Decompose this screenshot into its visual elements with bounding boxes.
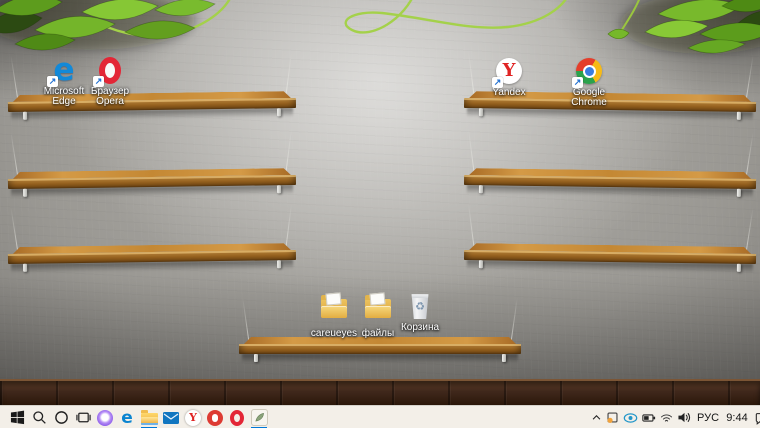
- file-explorer-icon: [140, 409, 158, 425]
- shelf-peg: [478, 185, 483, 194]
- shortcut-arrow-icon: ↗: [492, 77, 503, 88]
- mail-button[interactable]: [160, 406, 182, 428]
- cortana-circle-icon: [54, 411, 68, 424]
- eye-icon: [623, 412, 638, 423]
- tray-app-button[interactable]: [606, 406, 619, 428]
- shelf-peg: [23, 263, 28, 272]
- wallpaper-floor: [0, 379, 760, 407]
- action-center-button[interactable]: [754, 406, 760, 428]
- shelf-peg: [254, 354, 258, 362]
- shelf-middle-right: [463, 128, 757, 202]
- desktop-icon-yandex[interactable]: Y ↗ Yandex: [477, 57, 541, 98]
- shortcut-arrow-icon: ↗: [572, 77, 583, 88]
- shelf-bottom-center: [239, 297, 521, 367]
- shelf-peg: [502, 354, 506, 362]
- yandex-browser-button[interactable]: Y: [182, 406, 204, 428]
- volume-icon: [678, 412, 691, 423]
- battery-button[interactable]: [642, 406, 656, 428]
- action-center-icon: [755, 412, 760, 425]
- shortcut-arrow-icon: ↗: [93, 76, 104, 87]
- careueyes-tray-button[interactable]: [623, 406, 638, 428]
- shelf-peg: [277, 185, 282, 194]
- folder-icon: [321, 292, 347, 318]
- volume-button[interactable]: [677, 406, 692, 428]
- shelf-peg: [478, 260, 483, 269]
- alice-assistant-icon: [97, 409, 113, 426]
- system-tray: РУС 9:44: [591, 406, 760, 428]
- shelf-front: [239, 344, 521, 354]
- mail-icon: [163, 411, 179, 424]
- shelf-shadow: [242, 354, 518, 363]
- clock[interactable]: 9:44: [724, 406, 750, 428]
- wifi-icon: [660, 414, 673, 421]
- chevron-up-icon: [592, 415, 601, 420]
- taskbar-buttons: e Y: [6, 406, 270, 428]
- hidden-icons-chevron[interactable]: [591, 406, 602, 428]
- shelf-peg: [736, 263, 741, 272]
- task-view-icon: [75, 412, 91, 423]
- task-view-button[interactable]: [72, 406, 94, 428]
- red-app-icon: [207, 409, 223, 426]
- shelf-peg: [736, 188, 741, 197]
- cortana-button[interactable]: [50, 406, 72, 428]
- shortcut-arrow-icon: ↗: [47, 76, 58, 87]
- desktop-icon-label: Google Chrome: [571, 87, 607, 108]
- battery-icon: [642, 413, 656, 422]
- alice-assistant-button[interactable]: [94, 406, 116, 428]
- windows-logo-icon: [10, 410, 24, 425]
- tray-app-icon: [607, 412, 618, 423]
- shelf-middle-left: [7, 128, 297, 202]
- desktop-icon-label: Браузер Opera: [90, 86, 130, 107]
- yandex-icon: Y: [185, 409, 201, 426]
- shelf-bottom-right: [463, 203, 757, 277]
- desktop-icon-label: Yandex: [492, 87, 526, 98]
- shelf-bottom-left: [7, 203, 297, 277]
- shelf-peg: [277, 260, 282, 269]
- shelf-peg: [277, 108, 282, 117]
- shelf-peg: [736, 111, 741, 120]
- desktop-icon-google-chrome[interactable]: ↗ Google Chrome: [557, 57, 621, 108]
- desktop-icon-label: Корзина: [400, 322, 440, 333]
- edge-taskbar-button[interactable]: e: [116, 406, 138, 428]
- start-button[interactable]: [6, 406, 28, 428]
- taskbar: e Y РУС 9:44: [0, 405, 760, 428]
- opera-taskbar-button[interactable]: [226, 406, 248, 428]
- shelf-peg: [23, 188, 28, 197]
- file-explorer-button[interactable]: [138, 406, 160, 428]
- red-app-button[interactable]: [204, 406, 226, 428]
- edge-icon: e: [121, 407, 133, 428]
- opera-icon: [230, 409, 244, 426]
- desktop-icon-opera[interactable]: ↗ Браузер Opera: [78, 57, 142, 107]
- recycle-bin-icon: ♻: [411, 294, 429, 319]
- search-button[interactable]: [28, 406, 50, 428]
- shelf-peg: [23, 111, 28, 120]
- careueyes-icon: [250, 409, 268, 426]
- search-icon: [32, 411, 46, 424]
- desktop-screen: e ↗ Microsoft Edge ↗ Браузер Opera Y ↗ Y…: [0, 0, 760, 428]
- language-indicator[interactable]: РУС: [696, 406, 720, 428]
- shelf-peg: [478, 108, 483, 117]
- desktop-icon-recycle-bin[interactable]: ♻ Корзина: [388, 291, 452, 333]
- careueyes-button[interactable]: [248, 406, 270, 428]
- network-button[interactable]: [660, 406, 673, 428]
